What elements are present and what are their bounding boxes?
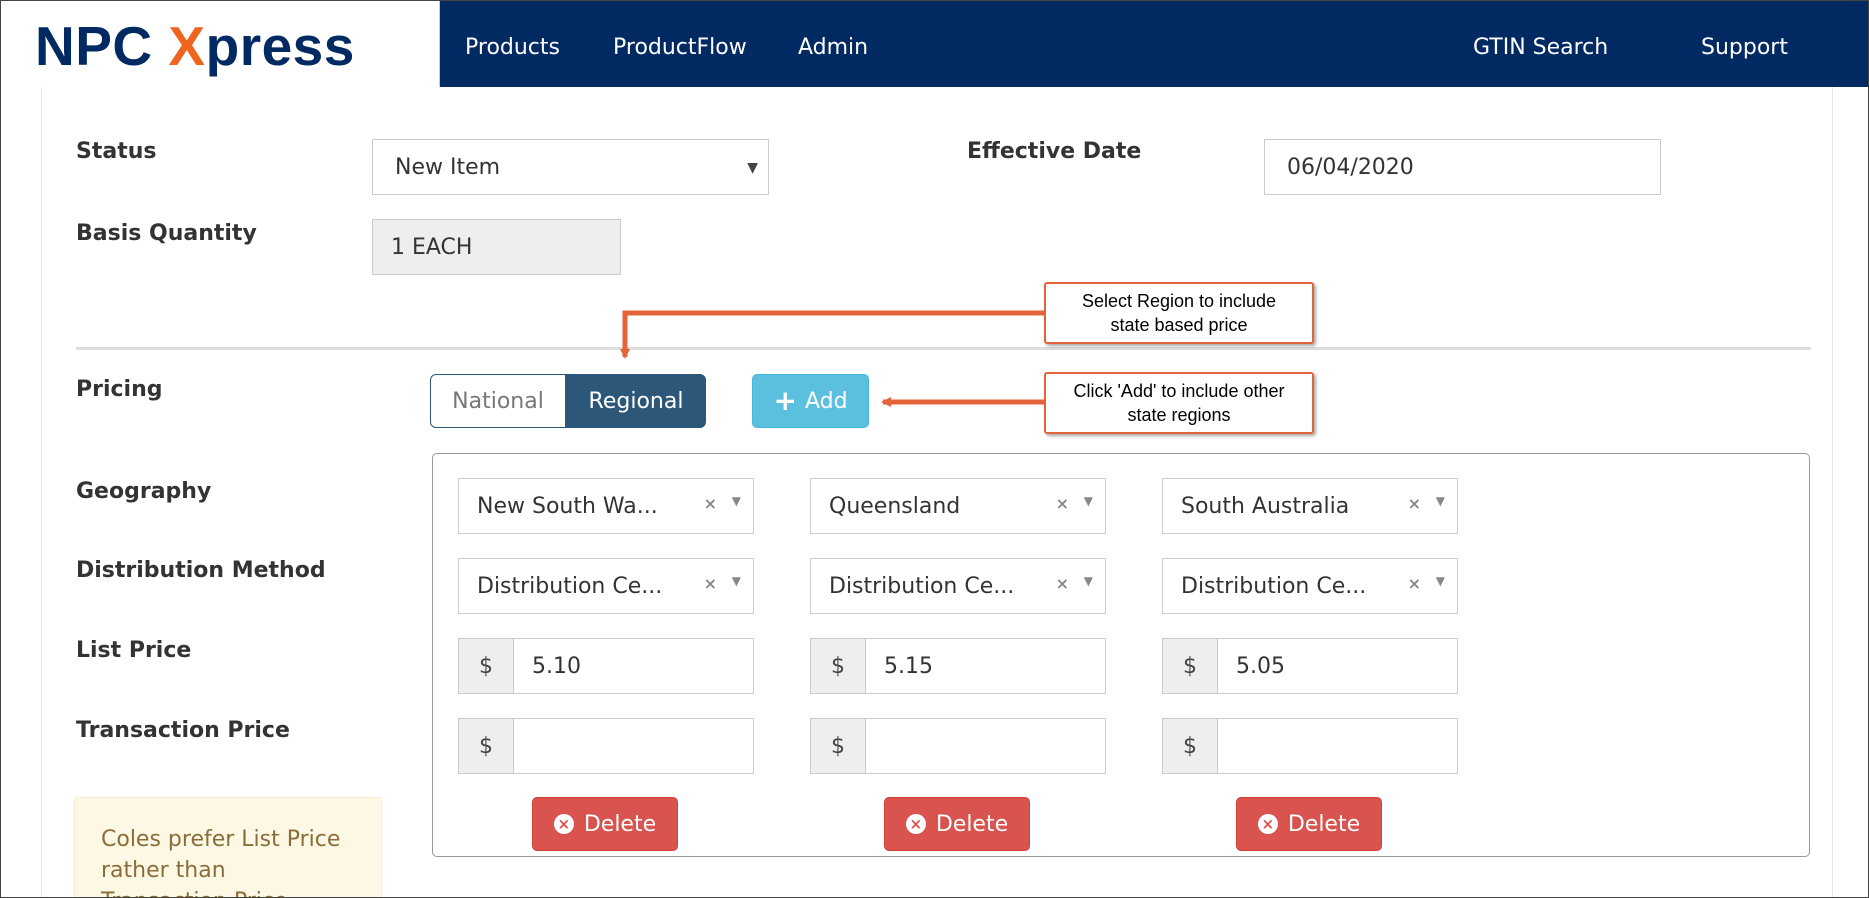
distribution-select[interactable]: Distribution Ce... × ▼ (1162, 558, 1458, 614)
currency-addon: $ (811, 639, 866, 693)
add-region-button[interactable]: + Add (752, 374, 869, 428)
distribution-value: Distribution Ce... (477, 573, 663, 599)
circle-x-icon: × (1257, 814, 1278, 834)
section-divider (76, 347, 1811, 350)
currency-addon: $ (1163, 719, 1218, 773)
navbar: NPC Xpress Products ProductFlow Admin GT… (1, 1, 1868, 87)
logo-x: X (168, 15, 206, 77)
list-price-value: 5.10 (532, 653, 581, 679)
callout-click-add: Click 'Add' to include other state regio… (1044, 372, 1314, 434)
logo-npc: NPC (35, 15, 169, 77)
delete-label: Delete (583, 811, 657, 837)
status-value: New Item (395, 154, 501, 180)
brand-logo[interactable]: NPC Xpress (1, 1, 440, 87)
callout-select-region: Select Region to include state based pri… (1044, 282, 1314, 344)
callout-line: Select Region to include (1081, 291, 1277, 311)
delete-label: Delete (935, 811, 1009, 837)
transaction-price-input[interactable]: $ (458, 718, 754, 774)
transaction-price-input[interactable]: $ (1162, 718, 1458, 774)
delete-region-button[interactable]: × Delete (884, 797, 1030, 851)
distribution-method-label: Distribution Method (76, 558, 326, 583)
transaction-price-value (1218, 719, 1236, 773)
callout-line: state based price (1110, 315, 1248, 335)
distribution-select[interactable]: Distribution Ce... × ▼ (810, 558, 1106, 614)
basis-quantity-label: Basis Quantity (76, 221, 257, 246)
currency-addon: $ (1163, 639, 1218, 693)
clear-icon[interactable]: × (704, 494, 717, 513)
geography-label: Geography (76, 479, 212, 504)
status-select[interactable]: New Item ▼ (372, 139, 769, 195)
effective-date-value: 06/04/2020 (1287, 154, 1414, 180)
currency-addon: $ (459, 639, 514, 693)
geography-select[interactable]: Queensland × ▼ (810, 478, 1106, 534)
currency-addon: $ (459, 719, 514, 773)
list-price-input[interactable]: $ 5.10 (458, 638, 754, 694)
basis-quantity-field: 1 EACH (372, 219, 621, 275)
note-line: Transaction Price (101, 886, 381, 897)
plus-icon: + (773, 384, 797, 417)
geography-select[interactable]: South Australia × ▼ (1162, 478, 1458, 534)
list-price-input[interactable]: $ 5.15 (810, 638, 1106, 694)
chevron-down-icon[interactable]: ▼ (1436, 494, 1445, 508)
effective-date-label: Effective Date (967, 139, 1142, 164)
clear-icon[interactable]: × (704, 574, 717, 593)
geography-value: South Australia (1181, 493, 1350, 519)
list-price-value: 5.05 (1236, 653, 1285, 679)
clear-icon[interactable]: × (1056, 494, 1069, 513)
transaction-price-value (514, 719, 532, 773)
chevron-down-icon[interactable]: ▼ (732, 494, 741, 508)
logo-text: NPC Xpress (35, 15, 355, 77)
pricing-label: Pricing (76, 377, 163, 402)
delete-region-button[interactable]: × Delete (1236, 797, 1382, 851)
add-button-label: Add (804, 388, 848, 414)
warning-note: Coles prefer List Price rather than Tran… (74, 797, 382, 897)
nav-admin[interactable]: Admin (798, 1, 868, 87)
note-line: rather than (101, 858, 226, 883)
regional-toggle-button[interactable]: Regional (566, 374, 706, 428)
note-line: Coles prefer List Price (101, 827, 341, 852)
currency-addon: $ (811, 719, 866, 773)
list-price-value: 5.15 (884, 653, 933, 679)
page-content: Status New Item ▼ Effective Date 06/04/2… (41, 87, 1833, 897)
distribution-select[interactable]: Distribution Ce... × ▼ (458, 558, 754, 614)
delete-label: Delete (1287, 811, 1361, 837)
nav-support[interactable]: Support (1701, 1, 1788, 87)
chevron-down-icon[interactable]: ▼ (1436, 574, 1445, 588)
distribution-value: Distribution Ce... (829, 573, 1015, 599)
logo-press: press (205, 15, 355, 77)
status-label: Status (76, 139, 157, 164)
effective-date-input[interactable]: 06/04/2020 (1264, 139, 1661, 195)
nav-gtin-search[interactable]: GTIN Search (1473, 1, 1608, 87)
nav-products[interactable]: Products (465, 1, 560, 87)
national-toggle-button[interactable]: National (430, 374, 566, 428)
circle-x-icon: × (905, 814, 926, 834)
callout-line: state regions (1127, 405, 1231, 425)
clear-icon[interactable]: × (1056, 574, 1069, 593)
transaction-price-value (866, 719, 884, 773)
circle-x-icon: × (553, 814, 574, 834)
distribution-value: Distribution Ce... (1181, 573, 1367, 599)
list-price-input[interactable]: $ 5.05 (1162, 638, 1458, 694)
transaction-price-label: Transaction Price (76, 718, 290, 743)
geography-value: New South Wa... (477, 493, 658, 519)
chevron-down-icon[interactable]: ▼ (1084, 574, 1093, 588)
chevron-down-icon[interactable]: ▼ (1084, 494, 1093, 508)
transaction-price-input[interactable]: $ (810, 718, 1106, 774)
list-price-label: List Price (76, 638, 192, 663)
nav-productflow[interactable]: ProductFlow (613, 1, 747, 87)
caret-down-icon: ▼ (747, 160, 758, 176)
clear-icon[interactable]: × (1408, 494, 1421, 513)
geography-select[interactable]: New South Wa... × ▼ (458, 478, 754, 534)
basis-quantity-value: 1 EACH (391, 234, 473, 260)
app-window: NPC Xpress Products ProductFlow Admin GT… (0, 0, 1869, 898)
clear-icon[interactable]: × (1408, 574, 1421, 593)
chevron-down-icon[interactable]: ▼ (732, 574, 741, 588)
delete-region-button[interactable]: × Delete (532, 797, 678, 851)
geography-value: Queensland (829, 493, 961, 519)
callout-line: Click 'Add' to include other (1073, 381, 1285, 401)
